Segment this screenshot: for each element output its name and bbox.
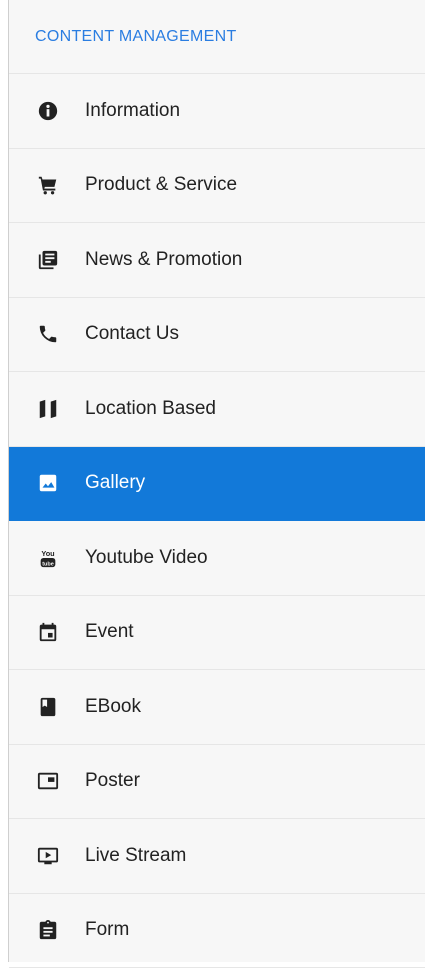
sidebar-item-poster[interactable]: Poster: [9, 745, 425, 820]
sidebar-item-product-service[interactable]: Product & Service: [9, 149, 425, 224]
sidebar-item-label: Information: [85, 100, 180, 122]
cart-icon: [36, 173, 60, 197]
sidebar-item-live-stream[interactable]: Live Stream: [9, 819, 425, 894]
phone-icon: [36, 322, 60, 346]
sidebar-item-location-based[interactable]: Location Based: [9, 372, 425, 447]
news-icon: [36, 248, 60, 272]
sidebar-item-label: EBook: [85, 696, 141, 718]
sidebar-item-label: Gallery: [85, 472, 145, 494]
sidebar-item-label: Contact Us: [85, 323, 179, 345]
content-management-sidebar: CONTENT MANAGEMENT Information Product &…: [8, 0, 425, 962]
clipboard-icon: [36, 918, 60, 942]
sidebar-item-news-promotion[interactable]: News & Promotion: [9, 223, 425, 298]
sidebar-item-event[interactable]: Event: [9, 596, 425, 671]
calendar-icon: [36, 620, 60, 644]
sidebar-item-label: Form: [85, 919, 129, 941]
svg-text:tube: tube: [42, 561, 54, 567]
youtube-icon: You tube: [36, 546, 60, 570]
info-circle-icon: [36, 99, 60, 123]
map-icon: [36, 397, 60, 421]
poster-icon: [36, 769, 60, 793]
sidebar-item-label: Youtube Video: [85, 547, 208, 569]
sidebar-item-ebook[interactable]: EBook: [9, 670, 425, 745]
sidebar-item-label: Location Based: [85, 398, 216, 420]
sidebar-item-label: Poster: [85, 770, 140, 792]
image-icon: [36, 471, 60, 495]
sidebar-item-youtube-video[interactable]: You tube Youtube Video: [9, 521, 425, 596]
sidebar-item-gallery[interactable]: Gallery: [9, 447, 425, 522]
svg-text:You: You: [41, 549, 54, 558]
live-stream-icon: [36, 844, 60, 868]
sidebar-item-label: News & Promotion: [85, 249, 242, 271]
sidebar-item-label: Live Stream: [85, 845, 186, 867]
sidebar-item-label: Product & Service: [85, 174, 237, 196]
book-icon: [36, 695, 60, 719]
sidebar-item-form[interactable]: Form: [9, 894, 425, 968]
sidebar-item-contact-us[interactable]: Contact Us: [9, 298, 425, 373]
section-title: CONTENT MANAGEMENT: [9, 0, 425, 74]
sidebar-item-information[interactable]: Information: [9, 74, 425, 149]
sidebar-item-label: Event: [85, 621, 134, 643]
